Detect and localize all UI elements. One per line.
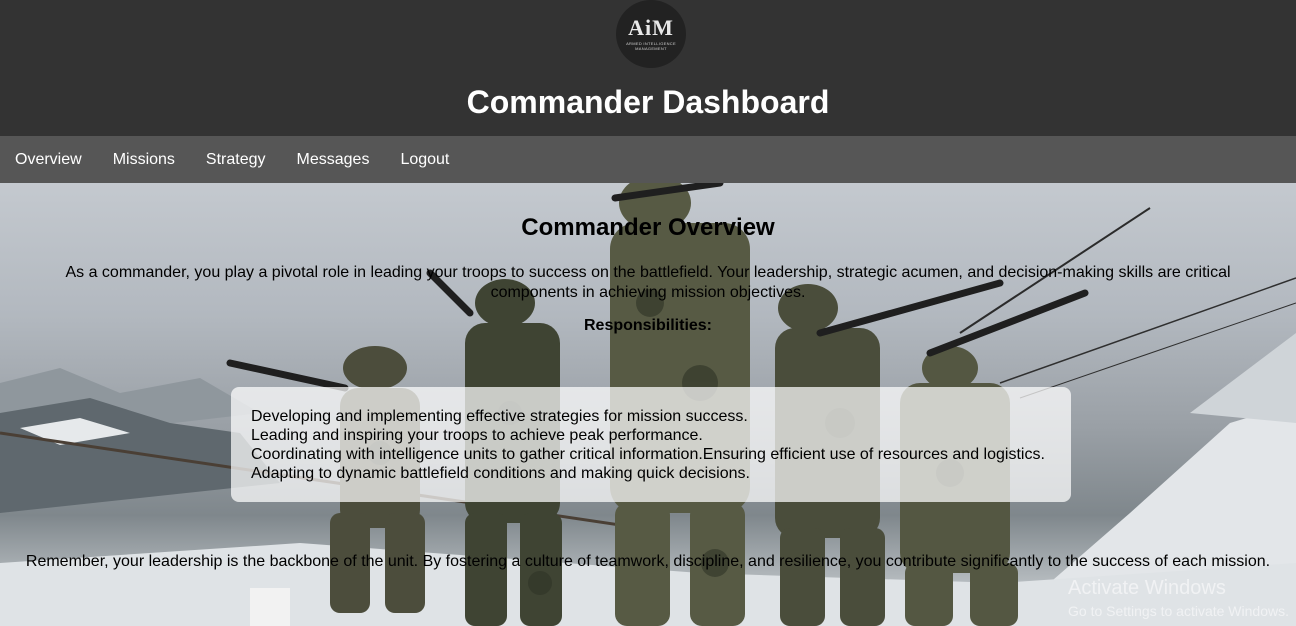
overview-title: Commander Overview — [521, 214, 775, 241]
nav-item-missions[interactable]: Missions — [98, 151, 190, 169]
responsibilities-list: Developing and implementing effective st… — [231, 387, 1071, 502]
list-item: Coordinating with intelligence units to … — [251, 446, 1045, 463]
watermark-line-1: Activate Windows — [1068, 577, 1226, 599]
nav-item-messages[interactable]: Messages — [282, 151, 385, 169]
background-image: Commander Overview As a commander, you p… — [0, 183, 1296, 626]
page-header: AiM ARMED INTELLIGENCE MANAGEMENT Comman… — [0, 0, 1296, 136]
nav-item-strategy[interactable]: Strategy — [191, 151, 281, 169]
nav-item-logout[interactable]: Logout — [385, 151, 464, 169]
list-item: Adapting to dynamic battlefield conditio… — [251, 465, 750, 482]
overview-section: Commander Overview As a commander, you p… — [0, 183, 1296, 626]
closing-statement: Remember, your leadership is the backbon… — [25, 553, 1271, 570]
list-item: Developing and implementing effective st… — [251, 408, 748, 425]
aim-logo: AiM ARMED INTELLIGENCE MANAGEMENT — [616, 0, 686, 68]
activate-windows-watermark: Activate Windows Go to Settings to activ… — [1068, 577, 1289, 619]
list-item: Leading and inspiring your troops to ach… — [251, 427, 703, 444]
logo-tagline: ARMED INTELLIGENCE MANAGEMENT — [626, 41, 676, 51]
responsibilities-heading: Responsibilities: — [583, 317, 713, 334]
page-title: Commander Dashboard — [466, 84, 830, 120]
logo-mark: AiM — [628, 15, 674, 40]
main-nav: Overview Missions Strategy Messages Logo… — [0, 136, 1296, 183]
nav-item-overview[interactable]: Overview — [0, 151, 97, 169]
watermark-line-2: Go to Settings to activate Windows. — [1068, 603, 1289, 619]
overview-intro: As a commander, you play a pivotal role … — [65, 264, 1231, 301]
